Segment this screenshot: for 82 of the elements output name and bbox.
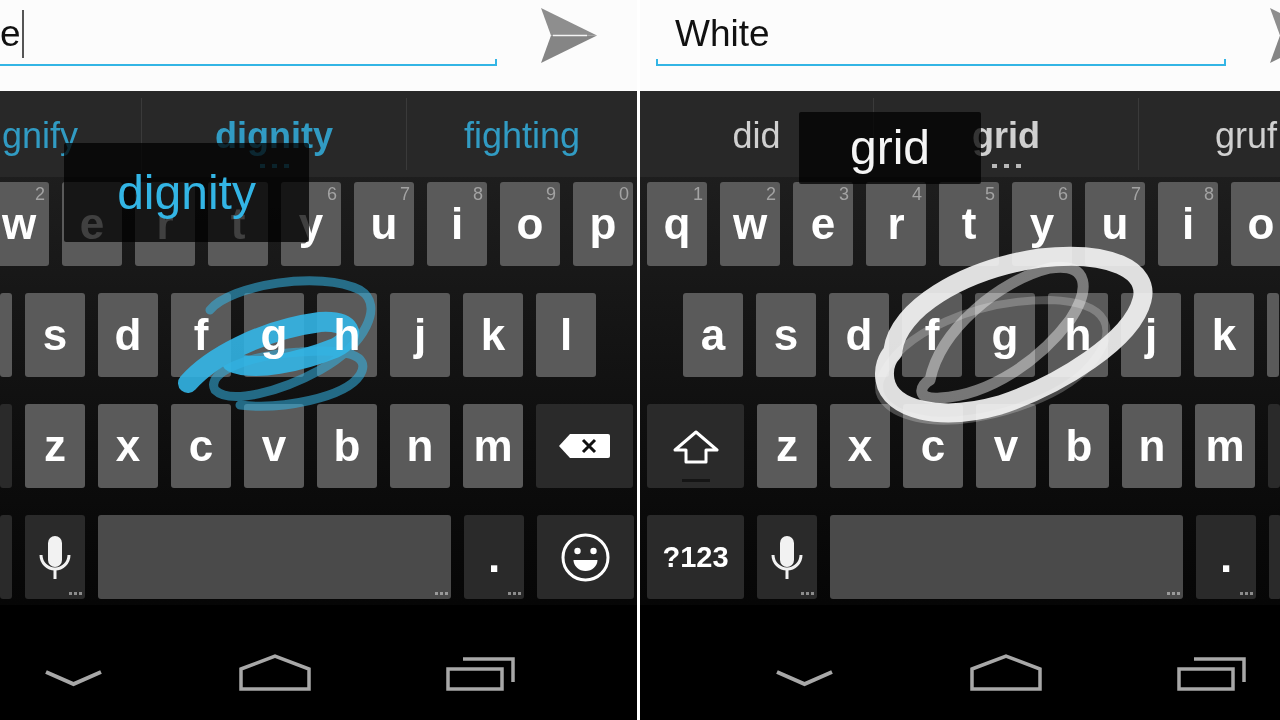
letter-key[interactable]: e 3 <box>793 182 853 266</box>
dots-icon <box>508 592 521 595</box>
suggestion[interactable]: gruf <box>1139 91 1280 177</box>
letter-key[interactable]: v <box>976 404 1036 488</box>
letter-key[interactable]: z <box>25 404 85 488</box>
letter-key[interactable]: c <box>171 404 231 488</box>
number-hint: 7 <box>1131 185 1141 203</box>
letter-key[interactable]: b <box>1049 404 1109 488</box>
emoji-key[interactable] <box>537 515 634 599</box>
letter-key[interactable]: b <box>317 404 377 488</box>
number-hint: 5 <box>985 185 995 203</box>
letter-key[interactable]: p 0 <box>573 182 633 266</box>
suggestion[interactable]: fighting <box>407 91 637 177</box>
letter-key[interactable]: t 5 <box>939 182 999 266</box>
letter-key[interactable]: r 4 <box>866 182 926 266</box>
letter-key[interactable]: l <box>536 293 596 377</box>
letter-key[interactable]: w 2 <box>0 182 49 266</box>
number-hint: 9 <box>546 185 556 203</box>
number-hint: 3 <box>839 185 849 203</box>
number-hint: 8 <box>1204 185 1214 203</box>
dots-icon <box>1167 592 1180 595</box>
letter-key[interactable]: k <box>463 293 523 377</box>
letter-key[interactable]: s <box>25 293 85 377</box>
preview-word: grid <box>849 124 930 172</box>
home-icon[interactable] <box>239 654 311 691</box>
letter-key[interactable]: s <box>756 293 816 377</box>
letter-key[interactable]: n <box>390 404 450 488</box>
overlapping-rectangles-icon[interactable] <box>446 657 515 691</box>
text-field[interactable]: e <box>0 9 497 66</box>
number-hint: 6 <box>327 185 337 203</box>
shift-arrow-icon <box>672 430 719 464</box>
microphone-icon <box>39 535 71 579</box>
letter-key[interactable]: q 1 <box>647 182 707 266</box>
dots-icon <box>435 592 448 595</box>
number-hint: 2 <box>35 185 45 203</box>
letter-key[interactable]: i 8 <box>1158 182 1218 266</box>
period-key[interactable]: . <box>464 515 524 599</box>
letter-key[interactable]: j <box>390 293 450 377</box>
letter-key[interactable]: w 2 <box>720 182 780 266</box>
dots-icon <box>801 592 814 595</box>
period-key[interactable]: . <box>1196 515 1256 599</box>
number-hint: 7 <box>400 185 410 203</box>
microphone-icon <box>771 535 803 579</box>
letter-key[interactable]: m <box>463 404 523 488</box>
number-hint: 2 <box>766 185 776 203</box>
ellipsis-icon <box>991 164 1021 168</box>
send-icon[interactable] <box>541 8 598 63</box>
delete-key[interactable] <box>536 404 633 488</box>
letter-key[interactable]: u 7 <box>354 182 414 266</box>
chevron-down-icon[interactable] <box>44 669 103 687</box>
letter-key[interactable]: g <box>975 293 1035 377</box>
smiley-icon <box>561 532 610 582</box>
number-hint: 6 <box>1058 185 1068 203</box>
letter-key[interactable]: z <box>757 404 817 488</box>
letter-key[interactable]: n <box>1122 404 1182 488</box>
letter-key[interactable]: x <box>98 404 158 488</box>
dots-icon <box>1240 592 1253 595</box>
overlapping-rectangles-icon[interactable] <box>1177 657 1246 691</box>
dots-icon <box>69 592 82 595</box>
letter-key[interactable]: k <box>1194 293 1254 377</box>
chevron-down-icon[interactable] <box>775 669 834 687</box>
mic-key[interactable] <box>757 515 817 599</box>
letter-key[interactable]: v <box>244 404 304 488</box>
number-hint: 1 <box>693 185 703 203</box>
mic-key[interactable] <box>25 515 85 599</box>
text-cursor-icon <box>21 10 24 58</box>
letter-key[interactable]: d <box>98 293 158 377</box>
shift-key[interactable] <box>647 404 744 488</box>
letter-key[interactable]: o 9 <box>500 182 560 266</box>
home-icon[interactable] <box>970 654 1042 691</box>
letter-key[interactable]: x <box>830 404 890 488</box>
number-hint: 8 <box>473 185 483 203</box>
letter-key[interactable]: o <box>1231 182 1280 266</box>
letter-key[interactable]: d <box>829 293 889 377</box>
letter-key[interactable]: m <box>1195 404 1255 488</box>
letter-key[interactable]: i 8 <box>427 182 487 266</box>
backspace-icon <box>558 433 611 459</box>
text-field[interactable]: White <box>656 9 1226 66</box>
letter-key[interactable]: a <box>683 293 743 377</box>
number-hint: 4 <box>912 185 922 203</box>
number-hint: 0 <box>619 185 629 203</box>
symbols-key[interactable]: ?123 <box>647 515 744 599</box>
